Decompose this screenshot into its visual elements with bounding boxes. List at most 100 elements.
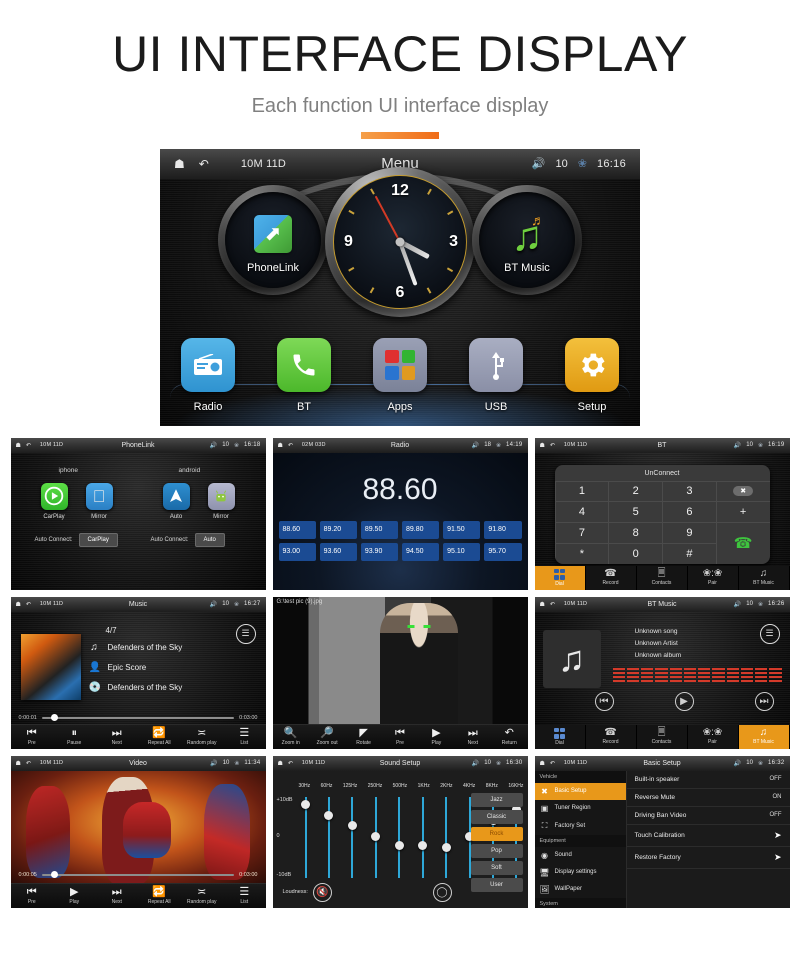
back-icon[interactable]: ↶ (288, 442, 293, 449)
setting-row-driving-ban-video[interactable]: Driving Ban Video OFF (626, 807, 790, 825)
radio-preset[interactable]: 89.20 (319, 520, 357, 539)
dialpad-key-8[interactable]: 8 (608, 522, 662, 543)
next-button[interactable]: ⏭ Next (455, 725, 491, 749)
radio-preset[interactable]: 93.90 (360, 542, 398, 561)
dialpad-key-star[interactable]: * (554, 542, 609, 564)
btmusic-gauge[interactable]: ♫ ♬ BT Music (472, 184, 582, 295)
home-icon[interactable]: ☗ (278, 442, 283, 449)
back-icon[interactable]: ↶ (550, 601, 555, 608)
call-icon[interactable]: ☎ (715, 522, 770, 564)
list-button[interactable]: ☰ List (223, 884, 266, 908)
rotate-button[interactable]: ◤ Rotate (345, 725, 381, 749)
home-icon[interactable]: ☗ (16, 442, 21, 449)
tab-contacts[interactable]: 🗏 Contacts (637, 724, 688, 749)
back-icon[interactable]: ↶ (26, 760, 31, 767)
setting-row-restore-factory[interactable]: Restore Factory ➤ (626, 847, 790, 869)
speaker-icon[interactable]: 🔊 (734, 601, 741, 608)
back-icon[interactable]: ↶ (288, 760, 293, 767)
next-button[interactable]: ⏭ Next (96, 884, 139, 908)
music-seekbar[interactable]: 0:00:01 0:03:00 (19, 714, 258, 721)
setting-row-reverse-mute[interactable]: Reverse Mute ON (626, 789, 790, 807)
android-autoconnect-button[interactable]: Auto (194, 532, 225, 547)
dialpad-key-2[interactable]: 2 (608, 480, 662, 502)
dialpad-key-hash[interactable]: # (662, 542, 716, 564)
previous-button[interactable]: ⏮ Pre (11, 725, 54, 749)
speaker-icon[interactable]: 🔊 (210, 442, 217, 449)
setting-row-touch-calibration[interactable]: Touch Calibration ➤ (626, 825, 790, 847)
sidebar-item-factory-set[interactable]: ⛶ Factory Set (535, 817, 626, 835)
eq-preset-classic[interactable]: Classic (470, 809, 523, 824)
equalizer-icon[interactable]: ☰ (235, 623, 256, 644)
video-seekbar[interactable]: 0:00:05 0:03:00 (19, 871, 258, 878)
tab-dial[interactable]: Dial (534, 565, 586, 590)
phonelink-gauge[interactable]: PhoneLink (218, 184, 328, 295)
speaker-icon[interactable]: 🔊 (210, 601, 217, 608)
eq-slider[interactable] (392, 796, 406, 878)
previous-button[interactable]: ⏮ (594, 691, 614, 711)
radio-preset[interactable]: 95.10 (443, 542, 481, 561)
eq-preset-soft[interactable]: Soft (470, 860, 523, 875)
sidebar-item-basic-setup[interactable]: ✖ Basic Setup (534, 782, 626, 800)
dialpad-key-6[interactable]: 6 (662, 501, 716, 522)
sidebar-item-display-settings[interactable]: 🖥 Display settings (535, 864, 626, 881)
home-icon[interactable]: ☗ (16, 760, 21, 767)
reset-icon[interactable]: ◯ (432, 882, 452, 902)
dock-item-bt[interactable]: BT (266, 337, 342, 413)
next-button[interactable]: ⏭ Next (96, 725, 139, 749)
zoom-in-button[interactable]: 🔍 Zoom in (273, 725, 309, 749)
previous-button[interactable]: ⏮ Pre (382, 725, 418, 749)
eq-slider[interactable] (322, 796, 336, 878)
pause-button[interactable]: ⏸ Pause (53, 725, 96, 749)
radio-preset[interactable]: 94.50 (402, 542, 440, 561)
tile-iphone-mirror[interactable]:  Mirror (85, 482, 113, 520)
dock-item-radio[interactable]: Radio (170, 337, 246, 413)
tab-record[interactable]: ☎ Record (586, 565, 637, 590)
radio-preset[interactable]: 88.60 (278, 520, 316, 539)
sidebar-item-tuner-region[interactable]: ▣ Tuner Region (535, 800, 626, 817)
eq-slider[interactable] (299, 796, 313, 878)
tab-dial[interactable]: Dial (535, 724, 586, 749)
backspace-icon[interactable]: ✖ (715, 480, 770, 502)
video-stage[interactable] (10, 770, 266, 886)
dialpad-key-5[interactable]: 5 (608, 501, 662, 522)
repeat-button[interactable]: 🔁 Repeat All (138, 884, 181, 908)
dock-item-setup[interactable]: Setup (554, 337, 630, 413)
eq-knob[interactable] (441, 842, 451, 852)
back-icon[interactable]: ↶ (26, 442, 31, 449)
speaker-icon[interactable]: 🔊 (210, 760, 217, 767)
dialpad-key-1[interactable]: 1 (554, 480, 609, 502)
play-button[interactable]: ▶ (674, 691, 694, 711)
random-button[interactable]: ≍ Random play (181, 725, 224, 749)
eq-preset-jazz[interactable]: Jazz (470, 792, 523, 807)
tab-pair[interactable]: ❀:❀ Pair (688, 724, 739, 749)
eq-knob[interactable] (371, 832, 381, 842)
list-button[interactable]: ☰ List (223, 725, 266, 749)
dialpad-key-0[interactable]: 0 (608, 542, 662, 564)
tile-carplay[interactable]: CarPlay (40, 482, 68, 520)
radio-preset[interactable]: 93.60 (319, 542, 357, 561)
equalizer-icon[interactable]: ☰ (759, 623, 780, 644)
back-icon[interactable]: ↶ (550, 442, 555, 449)
home-icon[interactable]: ☗ (540, 760, 545, 767)
dock-item-apps[interactable]: Apps (362, 337, 438, 413)
radio-preset[interactable]: 95.70 (484, 542, 522, 561)
dialpad-key-9[interactable]: 9 (662, 522, 716, 543)
home-icon[interactable]: ☗ (16, 601, 21, 608)
iphone-autoconnect-button[interactable]: CarPlay (78, 532, 118, 547)
home-icon[interactable]: ☗ (540, 442, 545, 449)
eq-slider[interactable] (416, 796, 430, 878)
eq-preset-rock[interactable]: Rock (470, 826, 523, 841)
eq-slider[interactable] (369, 796, 383, 878)
eq-knob[interactable] (394, 841, 404, 851)
dialpad-key-3[interactable]: 3 (662, 480, 716, 502)
dialpad-key-plus[interactable]: + (715, 501, 770, 522)
eq-knob[interactable] (301, 799, 310, 809)
radio-preset[interactable]: 89.80 (402, 520, 440, 539)
dialpad-key-4[interactable]: 4 (554, 501, 609, 522)
sidebar-item-wallpaper[interactable]: 🖼 WallPaper (535, 881, 626, 898)
eq-preset-user[interactable]: User (470, 877, 523, 892)
tab-contacts[interactable]: 🗏 Contacts (637, 565, 688, 590)
zoom-out-button[interactable]: 🔎 Zoom out (309, 725, 345, 749)
setting-row-builtin-speaker[interactable]: Built-in speaker OFF (626, 771, 790, 789)
eq-knob[interactable] (347, 820, 357, 830)
